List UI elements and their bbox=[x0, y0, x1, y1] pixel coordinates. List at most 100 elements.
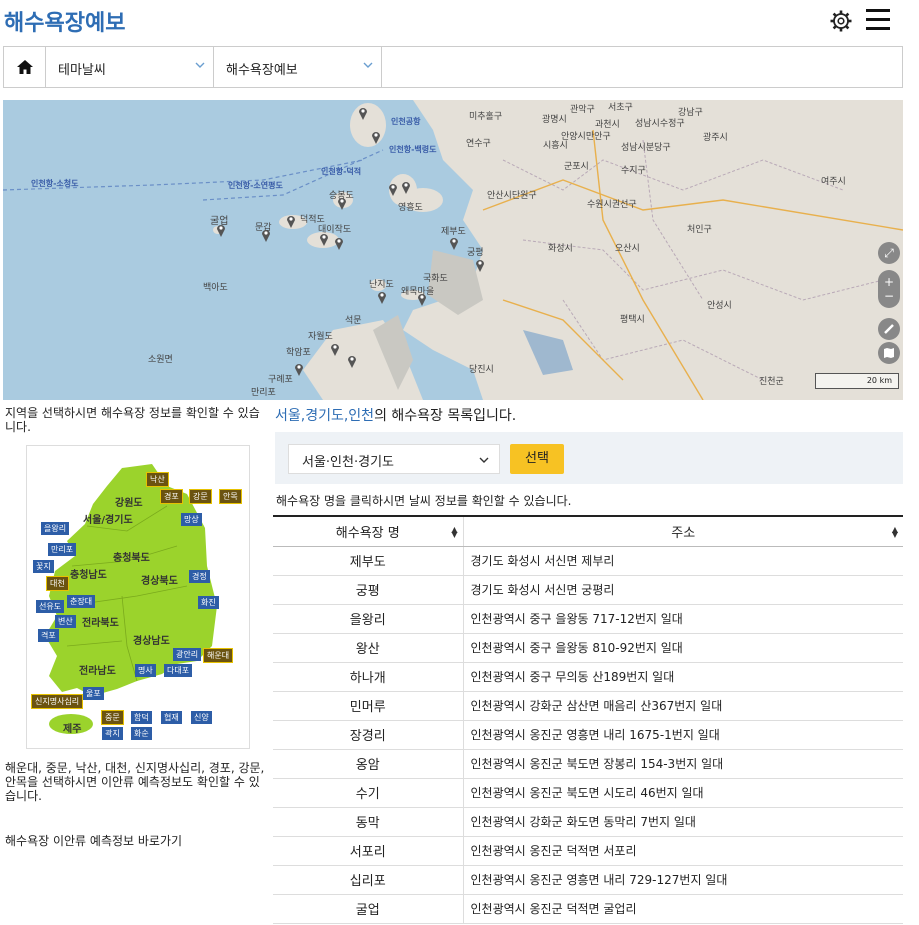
beach-marker[interactable] bbox=[334, 236, 344, 250]
beach-name-link[interactable]: 을왕리 bbox=[273, 604, 464, 634]
home-button[interactable] bbox=[4, 47, 46, 87]
table-row[interactable]: 왕산 인천광역시 중구 을왕동 810-92번지 일대 bbox=[273, 633, 903, 663]
table-row[interactable]: 동막 인천광역시 강화군 화도면 동막리 7번지 일대 bbox=[273, 807, 903, 837]
beach-marker[interactable] bbox=[358, 106, 368, 120]
region-label-gyeongbuk[interactable]: 경상북도 bbox=[141, 572, 178, 587]
table-row[interactable]: 수기 인천광역시 옹진군 북도면 시도리 46번지 일대 bbox=[273, 778, 903, 808]
beach-marker[interactable] bbox=[417, 292, 427, 306]
beach-name-link[interactable]: 수기 bbox=[273, 778, 464, 808]
sort-icon[interactable]: ▲ ▼ bbox=[892, 526, 898, 539]
table-row[interactable]: 을왕리 인천광역시 중구 을왕동 717-12번지 일대 bbox=[273, 604, 903, 634]
beach-address: 인천광역시 옹진군 덕적면 서포리 bbox=[463, 836, 903, 866]
page-select[interactable]: 해수욕장예보 bbox=[214, 47, 382, 87]
region-label-gangwon[interactable]: 강원도 bbox=[115, 494, 143, 509]
beach-name-link[interactable]: 옹암 bbox=[273, 749, 464, 779]
column-header-address[interactable]: 주소 ▲ ▼ bbox=[463, 515, 903, 547]
category-select[interactable]: 테마날씨 bbox=[46, 47, 214, 87]
rip-current-beach-tag[interactable]: 대천 bbox=[46, 576, 69, 591]
beach-tag[interactable]: 협재 bbox=[161, 711, 182, 724]
region-select[interactable]: 서울·인천·경기도 bbox=[288, 444, 500, 474]
table-row[interactable]: 하나개 인천광역시 중구 무의동 산189번지 일대 bbox=[273, 662, 903, 692]
beach-tag[interactable]: 을왕리 bbox=[41, 522, 70, 535]
beach-tag[interactable]: 함덕 bbox=[131, 711, 152, 724]
beach-tag[interactable]: 명사 bbox=[135, 664, 156, 677]
table-row[interactable]: 제부도 경기도 화성시 서신면 제부리 bbox=[273, 546, 903, 576]
fullscreen-button[interactable]: ⤢ bbox=[878, 242, 900, 264]
beach-marker[interactable] bbox=[216, 223, 226, 237]
beach-name-link[interactable]: 십리포 bbox=[273, 865, 464, 895]
beach-name-link[interactable]: 서포리 bbox=[273, 836, 464, 866]
beach-tag[interactable]: 신양 bbox=[191, 711, 212, 724]
beach-tag[interactable]: 화순 bbox=[131, 727, 152, 740]
rip-current-beach-tag[interactable]: 신지명사십리 bbox=[31, 694, 84, 709]
rip-current-beach-tag[interactable]: 안목 bbox=[219, 489, 242, 504]
region-label-gyeongnam[interactable]: 경상남도 bbox=[133, 632, 170, 647]
beach-marker[interactable] bbox=[337, 196, 347, 210]
region-label-chungnam[interactable]: 충청남도 bbox=[70, 566, 107, 581]
beach-marker[interactable] bbox=[401, 180, 411, 194]
table-row[interactable]: 굴업 인천광역시 옹진군 덕적면 굴업리 bbox=[273, 894, 903, 924]
region-label-jeonbuk[interactable]: 전라북도 bbox=[82, 614, 119, 629]
beach-marker[interactable] bbox=[261, 228, 271, 242]
region-label-jeonnam[interactable]: 전라남도 bbox=[79, 662, 116, 677]
table-row[interactable]: 민머루 인천광역시 강화군 삼산면 매음리 산367번지 일대 bbox=[273, 691, 903, 721]
sort-icon[interactable]: ▲ ▼ bbox=[451, 526, 457, 539]
rip-current-forecast-link[interactable]: 해수욕장 이안류 예측정보 바로가기 bbox=[5, 832, 182, 849]
beach-marker[interactable] bbox=[347, 354, 357, 368]
beach-tag[interactable]: 만리포 bbox=[48, 543, 77, 556]
beach-map[interactable]: 관악구 서초구 강남구 과천시 성남시수정구 미추홀구 연수구 광명시 시흥시 … bbox=[3, 100, 903, 400]
table-row[interactable]: 십리포 인천광역시 옹진군 영흥면 내리 729-127번지 일대 bbox=[273, 865, 903, 895]
region-label-chungbuk[interactable]: 충청북도 bbox=[113, 549, 150, 564]
select-button[interactable]: 선택 bbox=[510, 444, 564, 474]
beach-tag[interactable]: 망상 bbox=[181, 513, 202, 526]
beach-marker[interactable] bbox=[330, 342, 340, 356]
beach-marker[interactable] bbox=[449, 236, 459, 250]
beach-tag[interactable]: 격포 bbox=[38, 629, 59, 642]
table-row[interactable]: 옹암 인천광역시 옹진군 북도면 장봉리 154-3번지 일대 bbox=[273, 749, 903, 779]
zoom-out-icon[interactable]: − bbox=[884, 289, 894, 303]
beach-marker[interactable] bbox=[475, 258, 485, 272]
table-row[interactable]: 장경리 인천광역시 옹진군 영흥면 내리 1675-1번지 일대 bbox=[273, 720, 903, 750]
beach-name-link[interactable]: 왕산 bbox=[273, 633, 464, 663]
beach-marker[interactable] bbox=[319, 232, 329, 246]
beach-name-link[interactable]: 제부도 bbox=[273, 546, 464, 576]
korea-region-map[interactable]: 강원도 서울/경기도 충청북도 충청남도 경상북도 전라북도 경상남도 전라남도… bbox=[26, 445, 250, 749]
beach-tag[interactable]: 광안리 bbox=[173, 648, 202, 661]
beach-name-link[interactable]: 하나개 bbox=[273, 662, 464, 692]
beach-tag[interactable]: 울포 bbox=[83, 687, 104, 700]
column-header-beach-name[interactable]: 해수욕장 명 ▲ ▼ bbox=[273, 515, 464, 547]
beach-name-link[interactable]: 장경리 bbox=[273, 720, 464, 750]
table-row[interactable]: 서포리 인천광역시 옹진군 덕적면 서포리 bbox=[273, 836, 903, 866]
region-label-jeju[interactable]: 제주 bbox=[63, 720, 81, 735]
rip-current-beach-tag[interactable]: 경포 bbox=[160, 489, 183, 504]
beach-marker[interactable] bbox=[286, 214, 296, 228]
beach-name-link[interactable]: 궁평 bbox=[273, 575, 464, 605]
rip-current-beach-tag[interactable]: 낙산 bbox=[146, 472, 169, 487]
beach-tag[interactable]: 곽지 bbox=[102, 727, 123, 740]
gear-icon[interactable] bbox=[829, 9, 853, 33]
beach-tag[interactable]: 다대포 bbox=[164, 664, 193, 677]
rip-current-beach-tag[interactable]: 강문 bbox=[189, 489, 212, 504]
beach-name-link[interactable]: 민머루 bbox=[273, 691, 464, 721]
beach-marker[interactable] bbox=[294, 362, 304, 376]
beach-marker[interactable] bbox=[371, 130, 381, 144]
ruler-button[interactable] bbox=[878, 318, 900, 340]
beach-tag[interactable]: 경정 bbox=[189, 570, 210, 583]
beach-tag[interactable]: 춘장대 bbox=[67, 595, 96, 608]
map-type-button[interactable] bbox=[878, 342, 900, 364]
rip-current-beach-tag[interactable]: 해운대 bbox=[203, 648, 234, 663]
region-label-seoul-gyeonggi[interactable]: 서울/경기도 bbox=[83, 511, 133, 526]
zoom-control[interactable]: + − bbox=[878, 270, 900, 308]
hamburger-menu-icon[interactable] bbox=[866, 9, 890, 31]
table-row[interactable]: 궁평 경기도 화성시 서신면 궁평리 bbox=[273, 575, 903, 605]
beach-name-link[interactable]: 굴업 bbox=[273, 894, 464, 924]
zoom-in-icon[interactable]: + bbox=[884, 275, 894, 289]
beach-marker[interactable] bbox=[377, 290, 387, 304]
rip-current-beach-tag[interactable]: 중문 bbox=[101, 710, 124, 725]
beach-marker[interactable] bbox=[388, 182, 398, 196]
beach-name-link[interactable]: 동막 bbox=[273, 807, 464, 837]
beach-tag[interactable]: 꽃지 bbox=[33, 560, 54, 573]
beach-tag[interactable]: 변산 bbox=[55, 615, 76, 628]
beach-tag[interactable]: 선유도 bbox=[36, 600, 65, 613]
beach-tag[interactable]: 화진 bbox=[198, 596, 219, 609]
